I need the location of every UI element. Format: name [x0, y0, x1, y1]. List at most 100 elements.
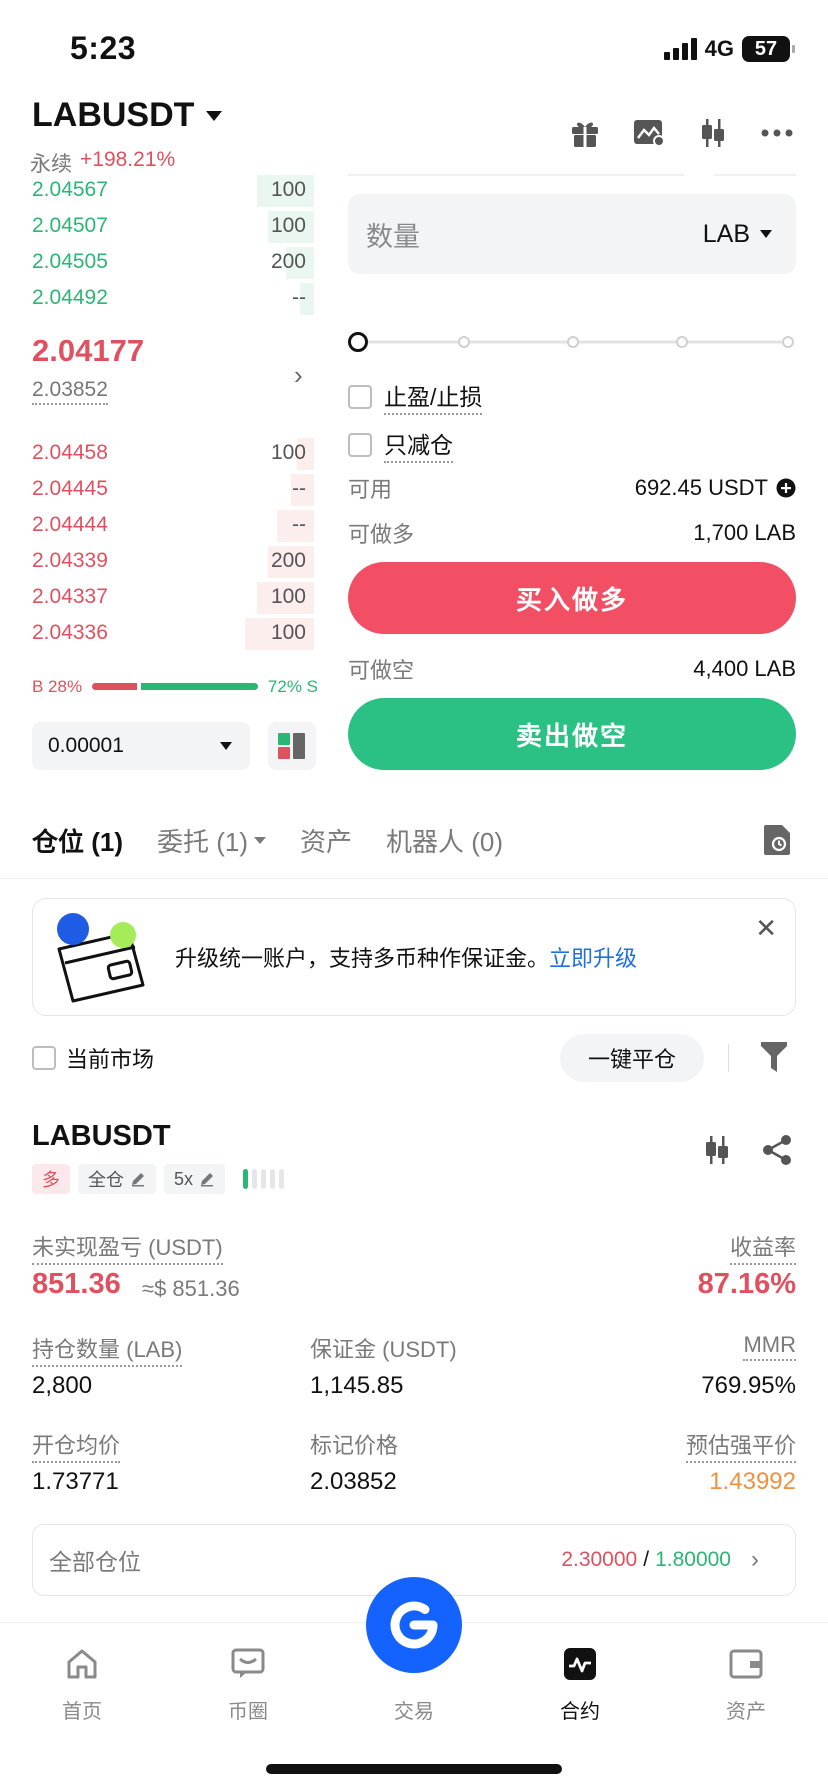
reduce-only-checkbox[interactable]: 只减仓: [348, 426, 453, 463]
futures-icon: [564, 1648, 596, 1680]
mmr-label[interactable]: MMR: [743, 1332, 796, 1361]
quantity-unit-select[interactable]: LAB: [703, 220, 772, 249]
tabs-divider: [0, 878, 828, 879]
chevron-right-icon[interactable]: ›: [294, 360, 303, 391]
banner-text: 升级统一账户，支持多币种作保证金。: [175, 946, 550, 971]
trade-icon: [390, 1601, 438, 1649]
all-positions-short: 1.80000: [655, 1548, 731, 1571]
orderbook-ask-row[interactable]: 2.04505 200: [0, 245, 318, 281]
tab-assets[interactable]: 资产: [300, 822, 352, 859]
margin-label: 保证金 (USDT): [310, 1337, 457, 1362]
roe-label[interactable]: 收益率: [729, 1230, 796, 1265]
tp-sl-checkbox[interactable]: 止盈/止损: [348, 378, 483, 415]
nav-home[interactable]: 首页: [22, 1647, 142, 1724]
last-price[interactable]: 2.04177: [32, 333, 144, 369]
tab-bots[interactable]: 机器人 (0): [386, 822, 503, 859]
buy-long-button[interactable]: 买入做多: [348, 562, 796, 634]
chart-image-icon[interactable]: [632, 116, 666, 150]
position-actions: [702, 1134, 792, 1166]
can-short-label: 可做空: [348, 658, 415, 683]
slider-thumb: [348, 332, 368, 352]
upgrade-banner[interactable]: 升级统一账户，支持多币种作保证金。立即升级 ✕: [32, 898, 796, 1016]
can-long-value: 1,700 LAB: [693, 520, 796, 545]
liq-price-label[interactable]: 预估强平价: [685, 1428, 796, 1463]
position-size-label[interactable]: 持仓数量 (LAB): [32, 1332, 183, 1367]
candlestick-icon[interactable]: [696, 116, 730, 150]
upgrade-now-link[interactable]: 立即升级: [549, 946, 637, 971]
quantity-input[interactable]: 数量 LAB: [348, 194, 796, 274]
add-funds-icon[interactable]: [776, 478, 796, 498]
unrealized-pnl-label[interactable]: 未实现盈亏 (USDT): [32, 1230, 223, 1265]
ask-qty: --: [292, 286, 306, 309]
gift-icon[interactable]: [568, 116, 602, 150]
reduce-only-label: 只减仓: [384, 426, 453, 463]
mark-price-value: 2.03852: [310, 1468, 397, 1495]
ask-price: 2.04567: [32, 178, 108, 201]
bid-qty: 200: [270, 549, 306, 572]
mmr-value: 769.95%: [701, 1372, 796, 1399]
orderbook-bid-row[interactable]: 2.04445 --: [0, 472, 318, 508]
bid-price: 2.04445: [32, 477, 108, 500]
sell-short-button[interactable]: 卖出做空: [348, 698, 796, 770]
ask-qty: 100: [270, 178, 306, 201]
orderbook-bid-row[interactable]: 2.04336 100: [0, 616, 318, 652]
tab-orders[interactable]: 委托 (1): [157, 822, 267, 859]
margin-mode-tag[interactable]: 全仓: [78, 1164, 156, 1194]
pair-selector[interactable]: LABUSDT: [32, 96, 223, 135]
checkbox-icon[interactable]: [348, 384, 372, 409]
orderbook-ask-row[interactable]: 2.04492 --: [0, 281, 318, 317]
current-market-label: 当前市场: [66, 1047, 155, 1072]
close-icon[interactable]: ✕: [755, 913, 777, 944]
precision-value: 0.00001: [48, 734, 124, 757]
ask-qty: 100: [270, 214, 306, 237]
tab-positions[interactable]: 仓位 (1): [32, 822, 123, 859]
ask-price: 2.04492: [32, 286, 108, 309]
can-long-row: 可做多 1,700 LAB: [348, 517, 796, 549]
entry-price-label[interactable]: 开仓均价: [32, 1428, 121, 1463]
orderbook-bid-row[interactable]: 2.04458 100: [0, 436, 318, 472]
more-icon[interactable]: [760, 116, 794, 150]
history-icon[interactable]: [762, 824, 792, 861]
bid-price: 2.04336: [32, 621, 108, 644]
chevron-right-icon: ›: [751, 1546, 759, 1573]
orderbook-bid-row[interactable]: 2.04337 100: [0, 580, 318, 616]
precision-select[interactable]: 0.00001: [32, 722, 250, 770]
all-positions-separator: /: [643, 1548, 650, 1571]
margin-value: 1,145.85: [310, 1372, 404, 1399]
leverage-label: 5x: [174, 1168, 194, 1189]
buy-sell-ratio: B 28% 72% S: [32, 675, 318, 699]
unrealized-pnl-usd: ≈$ 851.36: [142, 1276, 240, 1301]
candlestick-icon[interactable]: [702, 1134, 732, 1166]
mark-price[interactable]: 2.03852: [32, 378, 108, 405]
share-icon[interactable]: [762, 1134, 792, 1166]
position-symbol[interactable]: LABUSDT: [32, 1120, 171, 1153]
checkbox-icon[interactable]: [348, 432, 372, 457]
orderbook-bid-row[interactable]: 2.04339 200: [0, 544, 318, 580]
caret-down-icon: [760, 230, 772, 238]
positions-tabs: 仓位 (1) 委托 (1) 资产 机器人 (0): [32, 822, 503, 859]
trade-fab-button[interactable]: [366, 1577, 462, 1673]
filter-divider: [728, 1044, 729, 1072]
liq-price-value: 1.43992: [709, 1468, 796, 1495]
nav-community[interactable]: 币圈: [188, 1647, 308, 1724]
nav-assets[interactable]: 资产: [686, 1647, 806, 1724]
unrealized-pnl-value: 851.36: [32, 1268, 121, 1300]
ask-price: 2.04505: [32, 250, 108, 273]
orderbook-bid-row[interactable]: 2.04444 --: [0, 508, 318, 544]
close-all-button[interactable]: 一键平仓: [560, 1034, 704, 1082]
orderbook-ask-row[interactable]: 2.04567 100: [0, 173, 318, 209]
nav-futures[interactable]: 合约: [520, 1647, 640, 1724]
quantity-slider[interactable]: [348, 330, 796, 354]
orderbook-layout-button[interactable]: [268, 722, 316, 770]
orderbook-ask-row[interactable]: 2.04507 100: [0, 209, 318, 245]
battery-level: 57: [754, 37, 778, 60]
checkbox-icon[interactable]: [32, 1046, 56, 1070]
filter-icon[interactable]: [760, 1040, 788, 1079]
leverage-tag[interactable]: 5x: [164, 1164, 226, 1194]
caret-down-icon: [206, 110, 223, 121]
position-tags: 多 全仓 5x: [32, 1164, 285, 1194]
current-market-filter[interactable]: 当前市场: [32, 1042, 154, 1074]
bid-qty: 100: [270, 621, 306, 644]
caret-down-icon: [254, 837, 267, 844]
bid-price: 2.04337: [32, 585, 108, 608]
